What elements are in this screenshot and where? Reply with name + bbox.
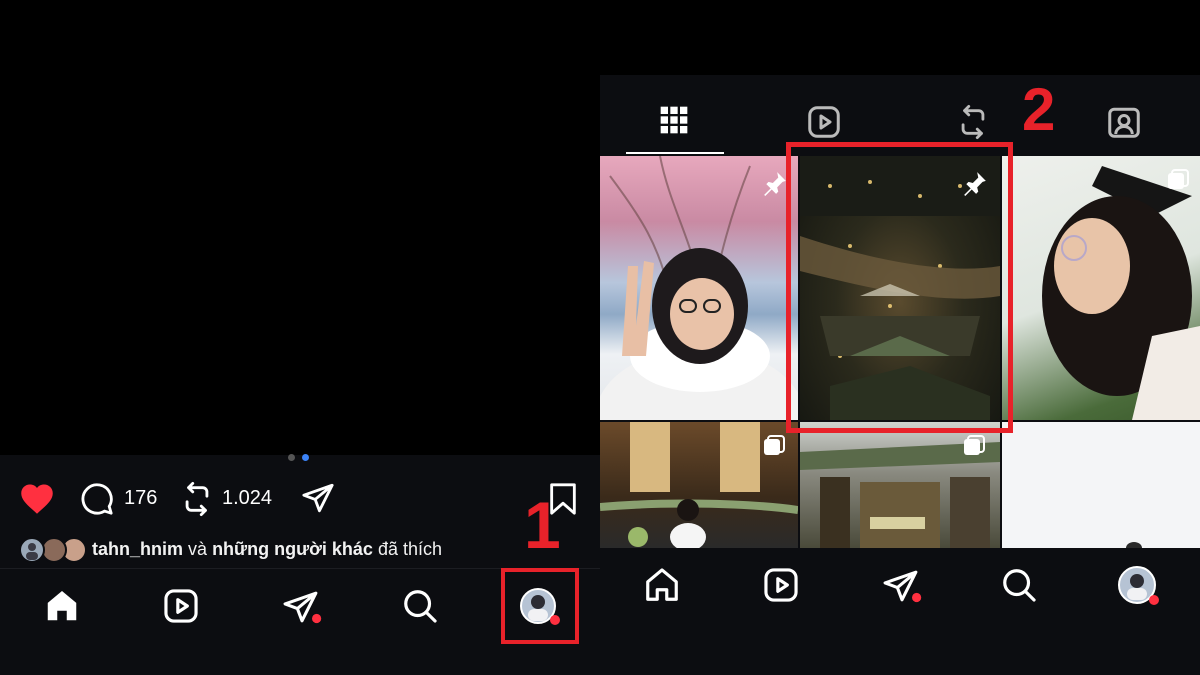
comment-count: 176	[124, 487, 158, 509]
nav-reels[interactable]	[162, 587, 200, 625]
post-media[interactable]	[0, 0, 600, 455]
repost-icon	[185, 482, 209, 516]
nav-search[interactable]	[1000, 566, 1038, 604]
grid-photo-5[interactable]	[800, 422, 1000, 548]
photo-graduation-girl	[1042, 166, 1200, 420]
grid-icon	[660, 106, 688, 134]
home-icon	[646, 568, 678, 601]
liked-others[interactable]: những người khác	[212, 539, 373, 559]
home-icon	[47, 590, 77, 621]
tab-tagged[interactable]	[1106, 104, 1142, 140]
liked-avatars[interactable]	[18, 536, 88, 564]
avatar-stack	[19, 537, 87, 563]
photo-white	[1126, 542, 1142, 548]
liked-suffix: đã thích	[377, 539, 442, 559]
like-button[interactable]	[19, 481, 55, 515]
nav-reels[interactable]	[762, 566, 800, 604]
comment-icon	[81, 483, 113, 515]
tab-grid[interactable]	[658, 104, 690, 136]
carousel-dot	[288, 454, 295, 461]
nav-profile[interactable]	[1117, 565, 1163, 607]
pin-icon	[762, 170, 788, 196]
liked-by-text[interactable]: tahn_hnim và những người khác đã thích	[92, 539, 442, 560]
annotation-box-photo	[786, 142, 1013, 433]
tab-reposts[interactable]	[956, 104, 990, 140]
nav-profile[interactable]	[519, 587, 563, 627]
liked-by-user[interactable]: tahn_hnim	[92, 539, 183, 559]
repost-icon	[961, 105, 985, 139]
send-icon	[283, 591, 322, 624]
share-button[interactable]	[300, 481, 336, 515]
nav-home[interactable]	[643, 566, 681, 604]
nav-search[interactable]	[401, 587, 439, 625]
grid-photo-1[interactable]	[600, 156, 798, 420]
profile-avatar	[520, 588, 560, 625]
nav-messages[interactable]	[882, 567, 922, 605]
reels-icon	[808, 106, 840, 138]
comment-button[interactable]	[80, 482, 114, 516]
search-icon	[1003, 569, 1036, 602]
send-icon	[883, 570, 922, 603]
tagged-icon	[1108, 107, 1140, 138]
repost-button[interactable]	[180, 481, 214, 517]
multi-photo-icon	[962, 434, 986, 458]
profile-avatar	[1118, 566, 1159, 605]
nav-home[interactable]	[43, 587, 81, 625]
post-view: 176 1.024 tahn_hnim và những người khác …	[0, 0, 600, 675]
reels-icon	[164, 589, 198, 623]
search-icon	[404, 590, 437, 623]
carousel-dot-active	[302, 454, 309, 461]
reels-icon	[764, 568, 798, 602]
heart-icon	[21, 484, 53, 514]
annotation-step-1: 1	[524, 488, 561, 562]
multi-photo-icon	[762, 434, 786, 458]
grid-photo-6[interactable]	[1002, 422, 1200, 548]
active-tab-indicator	[626, 152, 724, 154]
repost-count: 1.024	[222, 487, 273, 509]
grid-photo-4[interactable]	[600, 422, 798, 548]
annotation-step-2: 2	[1022, 76, 1056, 143]
nav-messages[interactable]	[282, 588, 322, 626]
multi-photo-icon	[1166, 168, 1190, 192]
grid-photo-3[interactable]	[1002, 156, 1200, 420]
tab-reels[interactable]	[806, 104, 842, 140]
send-icon	[302, 483, 334, 513]
liked-connector: và	[188, 539, 208, 559]
